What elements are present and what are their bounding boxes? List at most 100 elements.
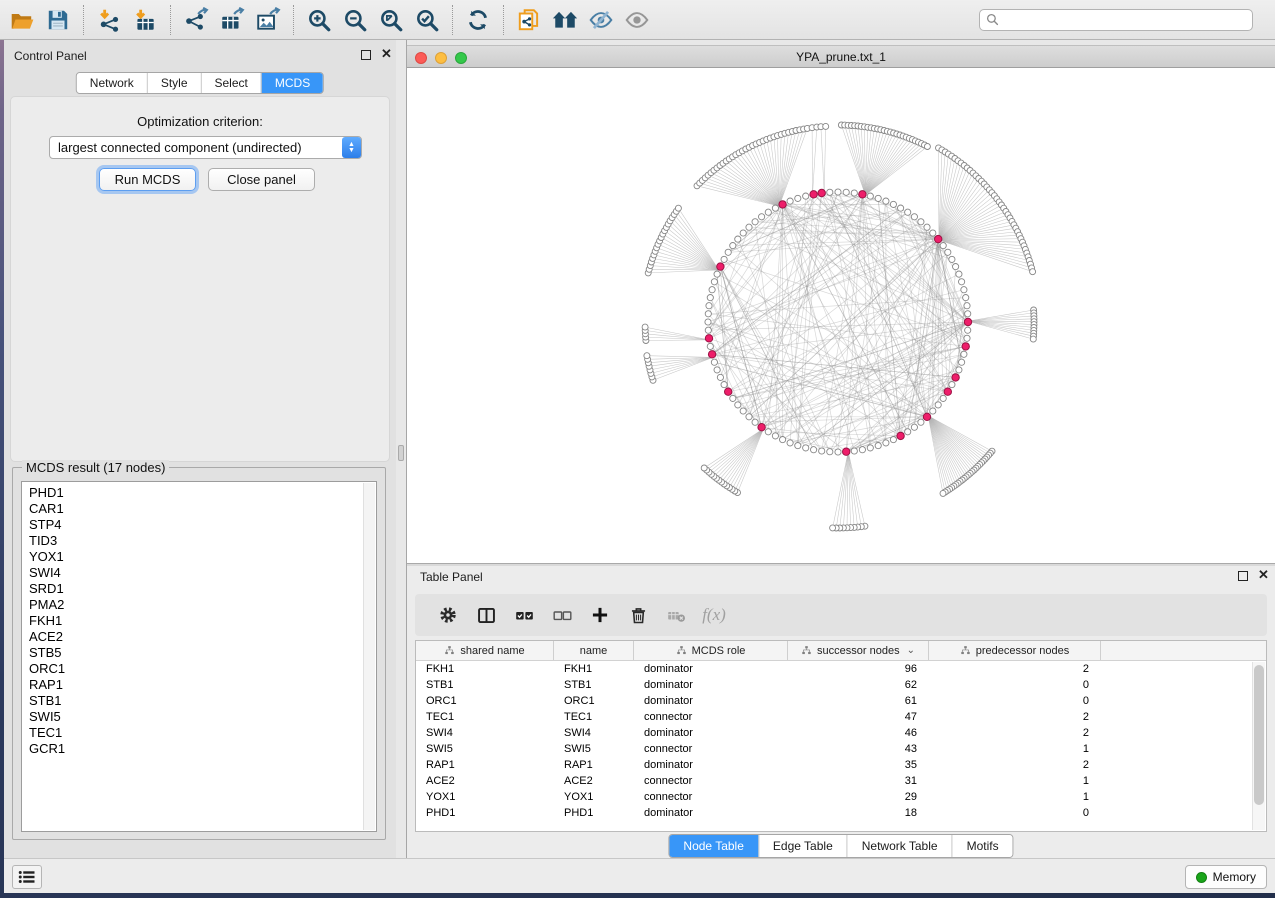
graph-node[interactable] [759,214,765,220]
save-session-button[interactable] [40,3,76,37]
tab-network[interactable]: Network [77,73,147,93]
graph-node[interactable] [765,209,771,215]
graph-node[interactable] [924,144,930,150]
graph-node[interactable] [883,440,889,446]
graph-dominator-node[interactable] [859,191,866,198]
graph-node[interactable] [711,279,717,285]
graph-dominator-node[interactable] [708,351,715,358]
tab-edge-table[interactable]: Edge Table [758,835,847,857]
graph-node[interactable] [905,429,911,435]
graph-node[interactable] [675,205,681,211]
graph-node[interactable] [959,359,965,365]
graph-node[interactable] [867,445,873,451]
float-panel-icon[interactable] [361,50,371,60]
graph-node[interactable] [859,447,865,453]
graph-node[interactable] [819,448,825,454]
first-neighbors-button[interactable] [547,3,583,37]
graph-node[interactable] [795,195,801,201]
zoom-out-button[interactable] [337,3,373,37]
graph-dominator-node[interactable] [964,318,971,325]
graph-node[interactable] [752,219,758,225]
graph-node[interactable] [642,324,648,330]
tab-style[interactable]: Style [147,73,201,93]
graph-node[interactable] [730,243,736,249]
close-panel-button[interactable]: Close panel [208,168,315,191]
memory-button[interactable]: Memory [1185,865,1267,889]
graph-node[interactable] [924,224,930,230]
graph-node[interactable] [965,327,971,333]
column-header-MCDS-role[interactable]: MCDS role [634,641,788,660]
export-table-button[interactable] [214,3,250,37]
graph-node[interactable] [721,382,727,388]
mcds-result-item[interactable]: SWI4 [22,565,376,581]
graph-node[interactable] [940,490,946,496]
mcds-result-item[interactable]: STP4 [22,517,376,533]
graph-dominator-node[interactable] [944,388,951,395]
graph-node[interactable] [918,219,924,225]
export-network-button[interactable] [178,3,214,37]
network-canvas[interactable] [407,68,1275,563]
graph-dominator-node[interactable] [810,191,817,198]
graph-node[interactable] [964,303,970,309]
graph-node[interactable] [730,395,736,401]
graph-node[interactable] [803,193,809,199]
graph-node[interactable] [965,311,971,317]
graph-dominator-node[interactable] [717,263,724,270]
new-network-from-selection-button[interactable] [511,3,547,37]
split-view-button[interactable] [467,597,505,633]
graph-node[interactable] [940,243,946,249]
zoom-in-button[interactable] [301,3,337,37]
table-row[interactable]: ACE2ACE2connector311 [416,773,1266,789]
mcds-result-item[interactable]: CAR1 [22,501,376,517]
table-row[interactable]: TEC1TEC1connector472 [416,709,1266,725]
graph-node[interactable] [772,433,778,439]
graph-node[interactable] [953,264,959,270]
table-scrollbar-thumb[interactable] [1254,665,1264,805]
apply-function-button[interactable]: f(x) [695,597,733,633]
export-image-button[interactable] [250,3,286,37]
graph-node[interactable] [811,447,817,453]
mcds-result-item[interactable]: STB5 [22,645,376,661]
graph-node[interactable] [827,449,833,455]
tab-select[interactable]: Select [201,73,261,93]
graph-node[interactable] [956,271,962,277]
mcds-result-item[interactable]: PHD1 [22,485,376,501]
table-row[interactable]: FKH1FKH1dominator962 [416,661,1266,677]
tab-motifs[interactable]: Motifs [952,835,1013,857]
show-hidden-button[interactable] [619,3,655,37]
graph-node[interactable] [740,408,746,414]
graph-node[interactable] [911,214,917,220]
mcds-result-item[interactable]: FKH1 [22,613,376,629]
graph-dominator-node[interactable] [843,448,850,455]
search-field[interactable] [979,9,1253,31]
network-window-titlebar[interactable]: YPA_prune.txt_1 [407,45,1275,68]
graph-node[interactable] [905,209,911,215]
graph-node[interactable] [949,256,955,262]
graph-node[interactable] [959,279,965,285]
column-header-predecessor-nodes[interactable]: predecessor nodes [929,641,1101,660]
graph-node[interactable] [803,445,809,451]
graph-node[interactable] [964,335,970,341]
mcds-result-item[interactable]: ACE2 [22,629,376,645]
network-graph[interactable] [407,68,1275,563]
graph-node[interactable] [714,271,720,277]
table-row[interactable]: STB1STB1dominator620 [416,677,1266,693]
search-input[interactable] [999,13,1246,27]
mcds-result-item[interactable]: ORC1 [22,661,376,677]
graph-node[interactable] [787,440,793,446]
column-header-shared-name[interactable]: shared name [416,641,554,660]
graph-node[interactable] [867,193,873,199]
graph-dominator-node[interactable] [758,424,765,431]
table-scrollbar[interactable] [1252,662,1265,830]
close-table-panel-icon[interactable]: ✕ [1258,567,1269,583]
graph-dominator-node[interactable] [923,413,930,420]
graph-dominator-node[interactable] [705,335,712,342]
graph-node[interactable] [725,249,731,255]
graph-node[interactable] [707,295,713,301]
mcds-result-item[interactable]: YOX1 [22,549,376,565]
graph-node[interactable] [930,408,936,414]
graph-node[interactable] [823,123,829,129]
graph-node[interactable] [735,402,741,408]
graph-dominator-node[interactable] [935,235,942,242]
graph-node[interactable] [935,402,941,408]
